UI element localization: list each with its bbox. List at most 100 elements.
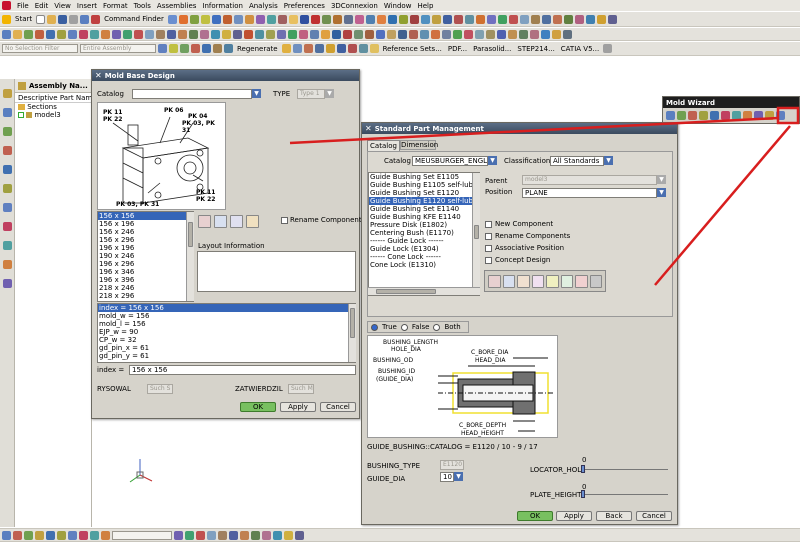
remove-component-icon[interactable] [560, 275, 573, 288]
web-icon[interactable] [541, 29, 550, 39]
shade-icon[interactable] [255, 14, 265, 24]
menu-view[interactable]: View [54, 2, 71, 10]
shape-studio-icon[interactable] [277, 29, 286, 39]
parts-hscrollbar[interactable] [368, 287, 480, 295]
wireframe-icon[interactable] [266, 14, 276, 24]
workpiece-icon[interactable] [710, 111, 719, 120]
menu-3dconnexion[interactable]: 3DConnexion [331, 2, 378, 10]
ejector-pin-icon[interactable] [776, 111, 785, 120]
snap-icon[interactable] [13, 530, 22, 540]
tree-item-model3[interactable]: model3 [15, 111, 91, 119]
parting-icon[interactable] [743, 111, 752, 120]
guide-dia-select[interactable]: 10 [440, 472, 454, 482]
revolve-icon[interactable] [332, 14, 342, 24]
reuse-library-icon[interactable] [2, 146, 12, 155]
part-navigator-icon[interactable] [2, 127, 12, 136]
command-finder-icon[interactable] [91, 14, 101, 24]
column-header[interactable]: Descriptive Part Name [15, 93, 91, 103]
cut-icon[interactable] [69, 14, 79, 24]
tangent-icon[interactable] [218, 530, 227, 540]
edit-data-icon[interactable] [214, 215, 227, 228]
back-button[interactable]: Back [596, 511, 632, 521]
menu-help[interactable]: Help [417, 2, 433, 10]
center-icon[interactable] [213, 44, 222, 53]
manufacturing-wizards-icon[interactable] [2, 241, 12, 250]
size-list[interactable]: 156 x 156 156 x 196 156 x 246 156 x 296 … [97, 211, 194, 302]
midpoint-icon[interactable] [202, 44, 211, 53]
expression-icon[interactable] [398, 29, 407, 39]
selection-icon[interactable] [2, 530, 11, 540]
menu-window[interactable]: Window [384, 2, 412, 10]
new-component-checkbox[interactable] [485, 221, 492, 228]
assembly-icon[interactable] [2, 29, 11, 39]
sketch-icon[interactable] [310, 14, 320, 24]
catalog-select[interactable] [132, 89, 252, 99]
cancel-button[interactable]: Cancel [320, 402, 356, 412]
edit-data-icon[interactable] [502, 275, 515, 288]
print-icon[interactable] [607, 14, 617, 24]
zoom-icon[interactable] [211, 14, 221, 24]
motion-icon[interactable] [244, 29, 253, 39]
move-icon[interactable] [574, 14, 584, 24]
select-icon[interactable] [158, 44, 167, 53]
assembly-navigator-icon[interactable] [2, 89, 12, 98]
list-item[interactable]: Centering Bush (E1170) [369, 229, 479, 237]
list-item[interactable]: EJP_w = 90 [98, 328, 355, 336]
render-icon[interactable] [178, 14, 188, 24]
locator-hole-slider[interactable] [583, 469, 668, 470]
shrinkage-icon[interactable] [699, 111, 708, 120]
catalog-dropdown-icon[interactable]: ▼ [252, 89, 261, 98]
journal-icon[interactable] [365, 29, 374, 39]
regenerate-button[interactable]: Regenerate [237, 45, 278, 53]
delete-mold-base-icon[interactable] [246, 215, 259, 228]
feature-icon[interactable] [68, 530, 77, 540]
mirror-icon[interactable] [431, 14, 441, 24]
layer-settings-icon[interactable] [292, 44, 302, 53]
curve-icon[interactable] [35, 530, 44, 540]
list-item[interactable]: Guide Bushing Set E1140 [369, 205, 479, 213]
multiple-icon[interactable] [262, 530, 271, 540]
filter-icon[interactable] [169, 44, 178, 53]
reposition-icon[interactable] [35, 29, 44, 39]
ok-button[interactable]: OK [240, 402, 276, 412]
menu-tools[interactable]: Tools [134, 2, 151, 10]
more-icon[interactable] [603, 44, 613, 53]
single-icon[interactable] [251, 530, 260, 540]
display-icon[interactable] [519, 14, 529, 24]
history-icon[interactable] [2, 165, 12, 174]
mold-tools-icon[interactable] [732, 111, 741, 120]
layer-icon[interactable] [189, 14, 199, 24]
copy-icon[interactable] [585, 14, 595, 24]
customize-icon[interactable] [464, 29, 473, 39]
load-icon[interactable] [156, 29, 165, 39]
delete-icon[interactable] [563, 14, 573, 24]
teamcenter-icon[interactable] [343, 29, 352, 39]
hole-icon[interactable] [343, 14, 353, 24]
wcs-icon[interactable] [299, 14, 309, 24]
udf-icon[interactable] [387, 29, 396, 39]
list-item[interactable]: Pressure Disk (E1802) [369, 221, 479, 229]
web-browser-icon[interactable] [2, 184, 12, 193]
plate-height-slider-thumb[interactable] [581, 490, 585, 498]
visible-icon[interactable] [303, 44, 313, 53]
menu-format[interactable]: Format [103, 2, 128, 10]
tab-catalog[interactable]: Catalog [367, 140, 400, 151]
cavity-layout-icon[interactable] [721, 111, 730, 120]
box-select-icon[interactable] [284, 530, 293, 540]
list-item[interactable]: Guide Lock (E1304) [369, 245, 479, 253]
trim-icon[interactable] [442, 14, 452, 24]
menu-analysis[interactable]: Analysis [249, 2, 278, 10]
parent-dropdown-icon[interactable]: ▼ [657, 175, 666, 184]
intersect-icon[interactable] [475, 14, 485, 24]
color-icon[interactable] [508, 14, 518, 24]
report-icon[interactable] [519, 29, 528, 39]
saveas-icon[interactable] [347, 44, 357, 53]
position-dropdown-icon[interactable]: ▼ [657, 188, 666, 197]
knowledge-icon[interactable] [332, 29, 341, 39]
constraint-icon[interactable] [24, 29, 33, 39]
scroll-thumb[interactable] [474, 225, 479, 239]
bottom-combo[interactable] [112, 530, 172, 540]
step214-button[interactable]: STEP214... [517, 45, 554, 53]
product-icon[interactable] [200, 29, 209, 39]
list-item[interactable]: 190 x 246 [98, 252, 193, 260]
